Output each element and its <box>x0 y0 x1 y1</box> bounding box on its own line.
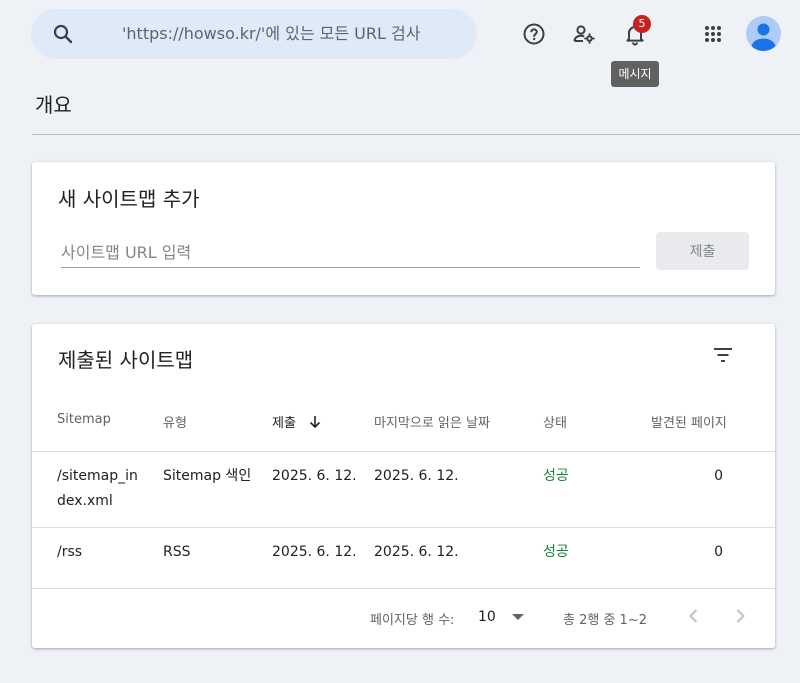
manage-users-icon <box>573 25 595 44</box>
add-sitemap-title: 새 사이트맵 추가 <box>58 187 200 211</box>
type-cell: Sitemap 색인 <box>163 468 252 484</box>
add-sitemap-card: 새 사이트맵 추가 제출 <box>32 162 775 295</box>
search-placeholder: 'https://howso.kr/'에 있는 모든 URL 검사 <box>122 24 421 43</box>
sitemap-url-input[interactable] <box>61 238 640 268</box>
pages-found-cell: 0 <box>714 544 723 560</box>
last-read-cell: 2025. 6. 12. <box>374 544 459 560</box>
column-header-submitted-label: 제출 <box>272 416 296 431</box>
sitemap-path-cell: /sitemap_in dex.xml <box>57 464 138 514</box>
help-icon <box>523 23 545 45</box>
submit-button[interactable]: 제출 <box>656 232 749 270</box>
page-title: 개요 <box>35 93 72 117</box>
pages-found-cell: 0 <box>714 468 723 484</box>
next-page-icon[interactable] <box>730 606 750 626</box>
user-settings-button[interactable] <box>564 14 604 54</box>
apps-button[interactable] <box>693 14 733 54</box>
submitted-date-cell: 2025. 6. 12. <box>272 544 357 560</box>
person-icon <box>751 23 776 51</box>
column-header-last-read[interactable]: 마지막으로 읽은 날짜 <box>374 412 490 431</box>
apps-grid-icon <box>705 26 721 42</box>
previous-page-icon[interactable] <box>684 606 704 626</box>
help-button[interactable] <box>514 14 554 54</box>
submitted-date-cell: 2025. 6. 12. <box>272 468 357 484</box>
row-divider <box>32 527 775 528</box>
status-cell: 성공 <box>543 544 569 560</box>
rows-per-page-select[interactable]: 10 <box>478 606 528 628</box>
status-cell: 성공 <box>543 468 569 484</box>
sitemap-path-cell: /rss <box>57 544 83 560</box>
last-read-cell: 2025. 6. 12. <box>374 468 459 484</box>
account-avatar[interactable] <box>746 16 781 51</box>
column-header-status[interactable]: 상태 <box>543 412 567 431</box>
rows-per-page-value: 10 <box>478 609 496 625</box>
submitted-sitemaps-title: 제출된 사이트맵 <box>58 348 194 372</box>
column-header-submitted[interactable]: 제출 <box>272 412 322 431</box>
column-header-sitemap[interactable]: Sitemap <box>57 412 111 427</box>
top-bar: 'https://howso.kr/'에 있는 모든 URL 검사 5 메시지 <box>0 0 800 87</box>
row-divider <box>32 588 775 589</box>
sitemap-path-line1: /sitemap_in <box>57 468 138 484</box>
sort-descending-icon <box>309 416 321 429</box>
notifications-tooltip: 메시지 <box>611 61 659 87</box>
url-inspection-search[interactable]: 'https://howso.kr/'에 있는 모든 URL 검사 <box>31 9 477 59</box>
search-icon <box>53 24 73 44</box>
column-header-type[interactable]: 유형 <box>163 412 187 431</box>
submitted-sitemaps-card: 제출된 사이트맵 Sitemap 유형 제출 마지막으로 읽은 날짜 상태 발견… <box>32 324 775 648</box>
pagination-range: 총 2행 중 1~2 <box>563 613 647 628</box>
notification-count-badge: 5 <box>633 15 651 33</box>
sitemap-path-line2: dex.xml <box>57 493 113 509</box>
filter-icon[interactable] <box>711 343 735 367</box>
rows-per-page-label: 페이지당 행 수: <box>370 613 455 628</box>
dropdown-arrow-icon <box>512 614 524 620</box>
title-divider <box>32 134 800 135</box>
header-divider <box>32 451 775 452</box>
type-cell: RSS <box>163 544 191 560</box>
column-header-pages-found[interactable]: 발견된 페이지 <box>651 412 727 431</box>
